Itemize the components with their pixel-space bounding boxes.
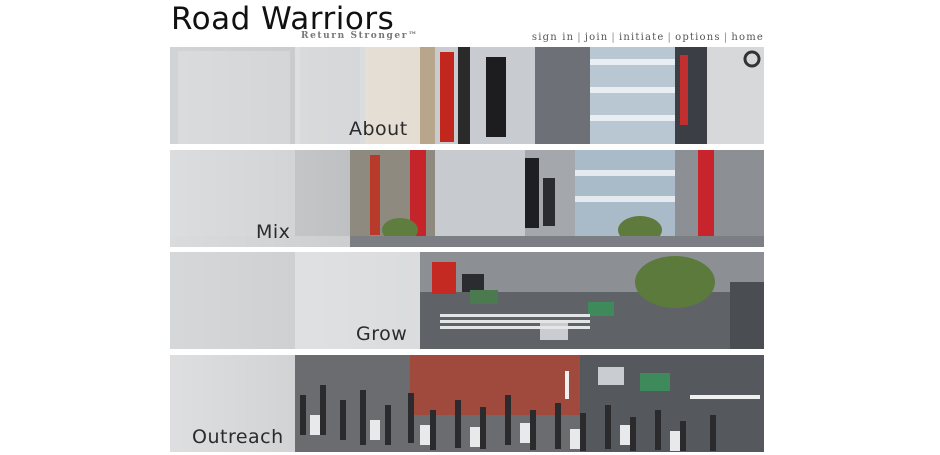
band-outreach[interactable]: Outreach (170, 355, 764, 452)
nav-separator: | (577, 32, 582, 43)
nav-link-initiate[interactable]: initiate (619, 32, 665, 43)
nav-separator: | (611, 32, 616, 43)
band-grow[interactable]: Grow (170, 252, 764, 349)
band-label-outreach[interactable]: Outreach (192, 426, 284, 448)
nav-link-sign-in[interactable]: sign in (532, 32, 574, 43)
band-mix[interactable]: Mix (170, 150, 764, 247)
band-label-grow[interactable]: Grow (356, 323, 407, 345)
nav-separator: | (723, 32, 729, 43)
band-label-about[interactable]: About (349, 118, 408, 140)
band-about[interactable]: About (170, 47, 764, 144)
band-label-mix[interactable]: Mix (256, 221, 290, 243)
nav-separator: | (667, 32, 673, 43)
top-navigation: sign in | join | initiate | options | home (532, 32, 764, 43)
site-tagline: Return Stronger™ (301, 31, 419, 41)
nav-link-options[interactable]: options (675, 32, 721, 43)
nav-link-home[interactable]: home (731, 32, 764, 43)
nav-link-join[interactable]: join (585, 32, 609, 43)
